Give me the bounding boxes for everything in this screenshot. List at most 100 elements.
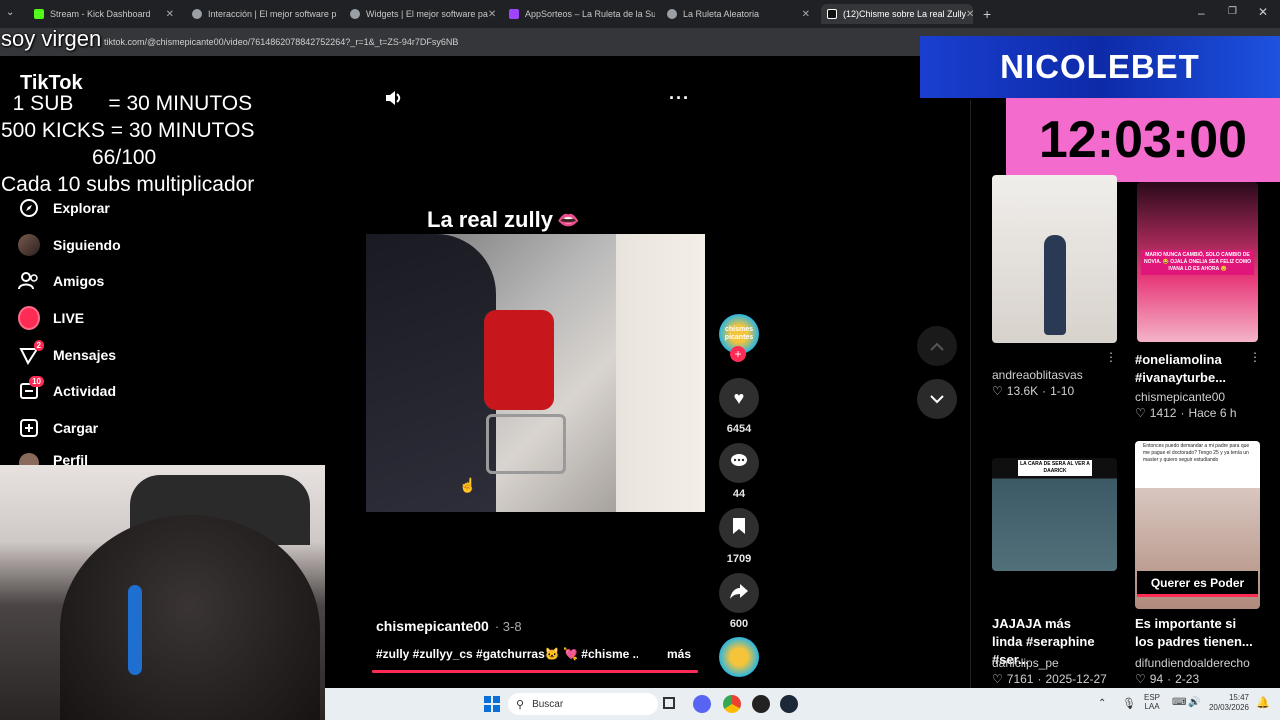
video-cart-shape [486, 414, 566, 474]
recommended-thumb-3[interactable]: LA CARA DE SERA AL VER A DAARICK [992, 458, 1117, 571]
site-icon [667, 9, 677, 19]
video-author[interactable]: chismepicante00 [376, 618, 489, 634]
recommended-author-3[interactable]: daniclips_pe [992, 656, 1059, 670]
recommended-title-4[interactable]: Es importante si los padres tienen... [1135, 615, 1253, 651]
tab-widgets[interactable]: Widgets | El mejor software pa ✕ [344, 4, 496, 24]
nav-amigos[interactable]: Amigos [18, 268, 104, 294]
close-icon[interactable]: ✕ [802, 9, 810, 20]
save-button[interactable] [719, 508, 759, 548]
network-icon[interactable]: ⌨ [1172, 697, 1186, 708]
close-icon[interactable]: ✕ [336, 9, 338, 20]
close-icon[interactable]: ✕ [488, 9, 496, 20]
nav-live[interactable]: LIVE [18, 305, 84, 331]
thumb-options-icon[interactable]: ⋮ [1249, 350, 1261, 364]
task-view-icon[interactable] [663, 697, 675, 709]
nav-explorar[interactable]: Explorar [18, 195, 110, 221]
previous-video-button[interactable] [917, 326, 957, 366]
video-caption[interactable]: #zully #zullyy_cs #gatchurras🐱 💘 #chisme… [376, 647, 638, 661]
thumb-caption-4: Entonces puedo demandar a mi padre para … [1143, 443, 1250, 463]
activity-icon: 10 [18, 376, 44, 402]
nav-mensajes[interactable]: 2 Mensajes [18, 340, 116, 368]
save-count: 1709 [726, 553, 752, 565]
tab-interaccion[interactable]: Interacción | El mejor software p ✕ [186, 4, 338, 24]
follow-plus-button[interactable]: + [730, 346, 746, 362]
more-caption-button[interactable]: más [667, 647, 691, 661]
language-indicator[interactable]: ESP LAA [1144, 693, 1160, 711]
nav-siguiendo[interactable]: Siguiendo [18, 232, 121, 258]
more-options-icon[interactable]: ··· [669, 88, 690, 109]
nav-label: Actividad [53, 383, 117, 399]
windows-start-icon[interactable] [484, 696, 500, 712]
chrome-icon[interactable] [723, 695, 741, 713]
live-icon [18, 306, 40, 330]
music-disc-avatar[interactable] [719, 637, 759, 677]
friends-icon [18, 270, 40, 292]
thumb-label-4: Querer es Poder [1137, 571, 1258, 597]
maximize-button[interactable]: ❐ [1228, 6, 1237, 17]
lips-icon: 👄 [556, 209, 580, 230]
taskbar-search[interactable]: ⚲ Buscar [508, 693, 658, 715]
video-progress-bar[interactable] [372, 670, 698, 673]
minimize-button[interactable]: – [1198, 6, 1205, 20]
meta-separator: · [1180, 406, 1185, 420]
recommended-meta-4: ♡ 94 · 2-23 [1135, 672, 1199, 686]
discord-icon[interactable] [693, 695, 711, 713]
nav-actividad[interactable]: 10 Actividad [18, 376, 117, 404]
volume-tray-icon[interactable]: 🔊 [1188, 697, 1200, 708]
webcam-person-shape [60, 515, 320, 720]
new-tab-button[interactable]: + [983, 6, 991, 22]
comment-button[interactable] [719, 443, 759, 483]
taskbar-clock[interactable]: 15:47 20/03/2026 [1205, 693, 1249, 713]
nav-label: Explorar [53, 200, 110, 216]
recommended-author-4[interactable]: difundiendoalderecho [1135, 656, 1250, 670]
clock-time: 15:47 [1228, 693, 1249, 702]
recommended-date-1: 1-10 [1050, 384, 1075, 398]
bookmark-icon [733, 517, 745, 539]
chevron-up-icon[interactable]: ⌃ [1098, 698, 1106, 709]
webcam-feed [0, 465, 325, 720]
volume-icon[interactable] [384, 89, 402, 112]
search-icon: ⚲ [516, 698, 525, 711]
messages-icon: 2 [18, 340, 44, 366]
steam-icon[interactable] [780, 695, 798, 713]
clock-date: 20/03/2026 [1208, 703, 1249, 712]
close-window-button[interactable]: ✕ [1258, 5, 1268, 19]
heart-icon: ♥ [733, 387, 745, 408]
tiktok-icon [827, 9, 837, 19]
next-video-button[interactable] [917, 379, 957, 419]
recommended-thumb-2[interactable]: MARIO NUNCA CAMBIÓ, SOLO CAMBIO DE NOVIA… [1137, 182, 1258, 342]
notification-bell-icon[interactable]: 🔔 [1256, 696, 1270, 709]
share-button[interactable] [719, 573, 759, 613]
overlay-kicks-rule: 500 KICKS = 30 MINUTOS [1, 119, 255, 142]
thumb-options-icon[interactable]: ⋮ [1105, 350, 1117, 364]
url-text[interactable]: tiktok.com/@chismepicante00/video/761486… [104, 37, 458, 47]
obs-icon[interactable] [752, 695, 770, 713]
tab-label: La Ruleta Aleatoria [683, 9, 760, 19]
thumb-caption-3: LA CARA DE SERA AL VER A DAARICK [1018, 460, 1092, 476]
recommended-likes-2: 1412 [1149, 406, 1177, 420]
recommended-author-2[interactable]: chismepicante00 [1135, 390, 1225, 404]
close-icon[interactable]: ✕ [166, 9, 174, 20]
heart-outline-icon: ♡ [1135, 406, 1146, 420]
webcam-headset-shape [128, 585, 142, 675]
tab-search-button[interactable]: ⌄ [6, 7, 20, 21]
video-player[interactable]: ☝ [366, 234, 705, 512]
recommended-author-1[interactable]: andreaoblitasvas [992, 368, 1083, 382]
recommended-thumb-4[interactable]: Entonces puedo demandar a mi padre para … [1135, 441, 1260, 609]
recommended-thumb-1[interactable] [992, 175, 1117, 343]
nav-perfil[interactable]: Perfil [18, 452, 88, 466]
windows-taskbar [325, 688, 1280, 720]
video-date-text: 3-8 [502, 619, 522, 634]
microphone-icon[interactable]: 🎙 [1122, 697, 1136, 710]
video-date: · 3-8 [494, 619, 522, 634]
tab-kick-dashboard[interactable]: Stream - Kick Dashboard ✕ [28, 4, 180, 24]
like-button[interactable]: ♥ [719, 378, 759, 418]
tab-appsorteos[interactable]: AppSorteos – La Ruleta de la Su ✕ [503, 4, 655, 24]
recommended-title-2[interactable]: #oneliamolina #ivanayturbe... [1135, 351, 1245, 387]
tab-label: Interacción | El mejor software p [208, 9, 337, 19]
close-icon[interactable]: ✕ [966, 9, 973, 20]
tab-tiktok-active[interactable]: (12)Chisme sobre La real Zully ✕ [821, 4, 973, 24]
tab-ruleta[interactable]: La Ruleta Aleatoria ✕ [661, 4, 816, 24]
overlay-sub-counter: 66/100 [92, 146, 157, 169]
nav-cargar[interactable]: Cargar [18, 415, 98, 441]
